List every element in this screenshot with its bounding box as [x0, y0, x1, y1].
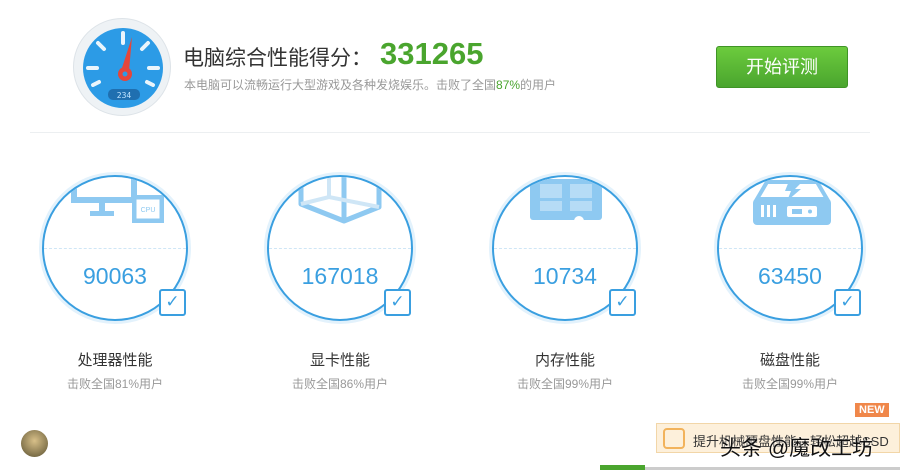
disk-score: 63450 — [758, 263, 822, 289]
cpu-score: 90063 — [83, 263, 147, 289]
new-badge: NEW — [855, 403, 889, 417]
gauge-readout: 234 — [117, 91, 132, 100]
score-description: 本电脑可以流畅运行大型游戏及各种发烧娱乐。击败了全国87%的用户 — [184, 76, 556, 93]
checkbox-memory[interactable]: ✓ — [609, 289, 636, 316]
card-cpu: CPU 90063 ✓ 处理器性能 击败全国81%用户 — [42, 175, 222, 395]
page-title: 电脑综合性能得分： — [183, 47, 372, 70]
gpu-label: 显卡性能 — [309, 352, 370, 369]
checkbox-gpu[interactable]: ✓ — [384, 289, 411, 316]
gpu-score: 167018 — [301, 263, 379, 289]
divider — [30, 132, 870, 133]
dashed-divider — [269, 248, 411, 249]
desc-suffix: 的用户 — [520, 78, 557, 92]
memory-label: 内存性能 — [534, 352, 595, 369]
watermark: 头条 @魔改工坊 — [720, 437, 874, 460]
memory-score: 10734 — [533, 263, 597, 289]
total-score: 331265 — [380, 36, 484, 71]
cpu-label: 处理器性能 — [77, 352, 153, 369]
disk-beat: 击败全国99%用户 — [741, 377, 839, 391]
memory-beat: 击败全国99%用户 — [516, 377, 614, 391]
speedometer-icon: 234 — [73, 18, 171, 116]
card-disk: 63450 ✓ 磁盘性能 击败全国99%用户 — [717, 175, 897, 395]
start-benchmark-button[interactable]: 开始评测 — [716, 46, 848, 88]
checkbox-cpu[interactable]: ✓ — [159, 289, 186, 316]
dashed-divider — [719, 248, 861, 249]
gpu-beat: 击败全国86%用户 — [291, 377, 389, 391]
progress-bar-fill — [600, 465, 645, 470]
hard-disk-icon — [663, 428, 685, 449]
dashed-divider — [44, 248, 186, 249]
cpu-beat: 击败全国81%用户 — [66, 377, 164, 391]
desc-percent: 87% — [496, 78, 521, 92]
dashed-divider — [494, 248, 636, 249]
card-gpu: 167018 ✓ 显卡性能 击败全国86%用户 — [267, 175, 447, 395]
card-memory: 10734 ✓ 内存性能 击败全国99%用户 — [492, 175, 672, 395]
disk-label: 磁盘性能 — [759, 352, 820, 369]
avatar[interactable] — [21, 430, 48, 457]
cpu-chip-label: CPU — [141, 207, 156, 214]
desc-text: 本电脑可以流畅运行大型游戏及各种发烧娱乐。击败了全国 — [184, 78, 497, 92]
checkbox-disk[interactable]: ✓ — [834, 289, 861, 316]
